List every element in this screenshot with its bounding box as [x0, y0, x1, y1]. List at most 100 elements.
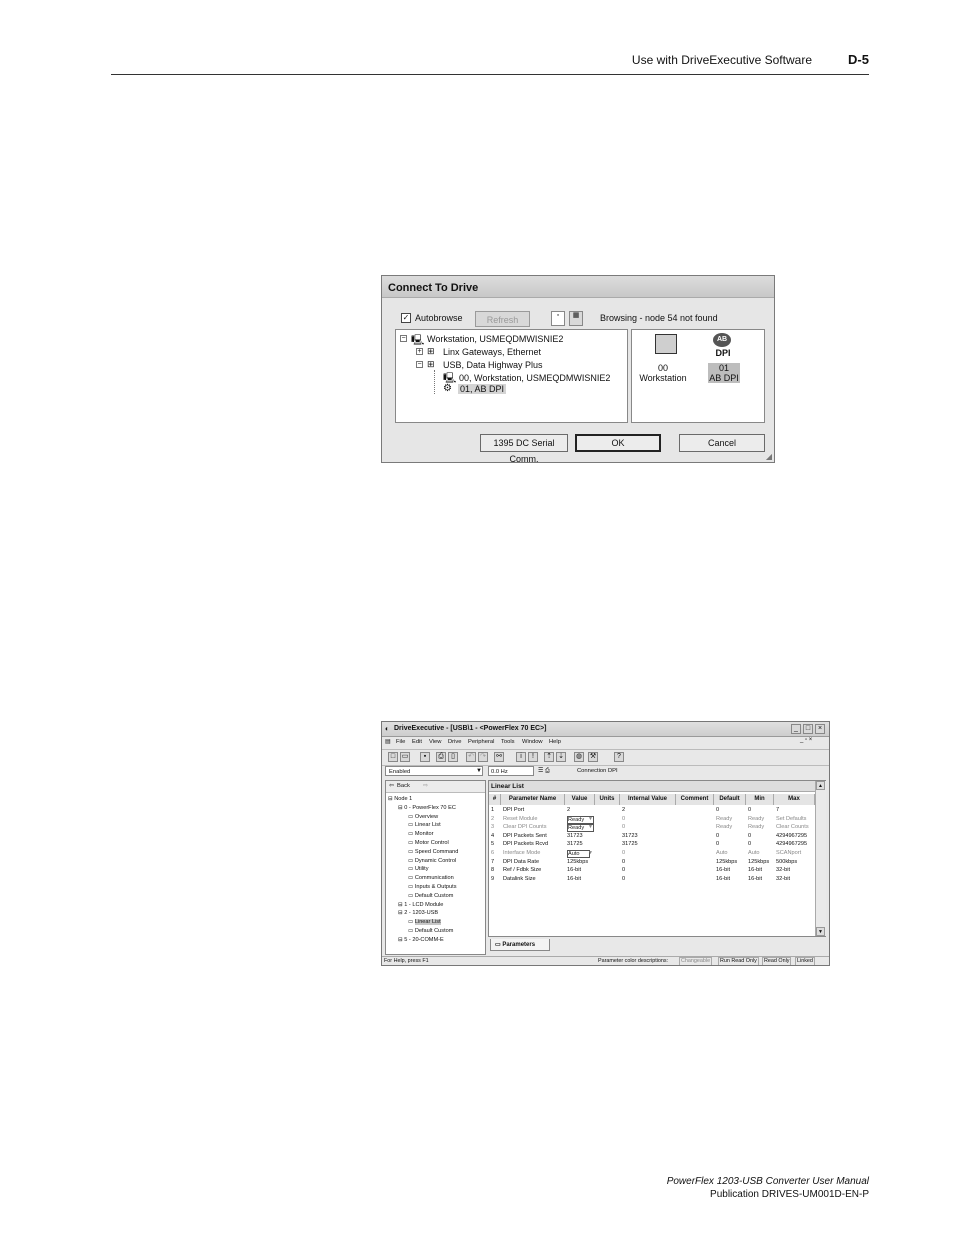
tree-item[interactable]: ⊟ 5 - 20-COMM-E: [398, 936, 444, 945]
cell-value[interactable]: 2: [567, 806, 570, 815]
tree-item[interactable]: ▭ Linear List: [408, 821, 441, 830]
serial-comm-button[interactable]: 1395 DC Serial Comm.: [480, 434, 568, 464]
device-panel[interactable]: 00 Workstation AB DPI 01 AB DPI: [631, 329, 765, 423]
table-row[interactable]: 4 DPI Packets Sent 31723 31723 0 0 4294967295: [489, 832, 815, 841]
resize-grip-icon[interactable]: ◢: [766, 452, 772, 461]
autobrowse-checkbox[interactable]: ✓: [401, 313, 411, 323]
upload-icon[interactable]: ⇡: [544, 752, 554, 762]
vertical-scrollbar[interactable]: ▲ ▼: [815, 781, 826, 936]
tree-item-linx-gateways[interactable]: Linx Gateways, Ethernet: [443, 347, 541, 357]
tree-item[interactable]: ▭ Dynamic Control: [408, 857, 456, 866]
network-tree[interactable]: − 🖳 Workstation, USMEQDMWISNIE2 + ⊞ Linx…: [395, 329, 628, 423]
column-header[interactable]: Parameter Name: [501, 794, 565, 805]
column-header[interactable]: Units: [595, 794, 620, 805]
column-header[interactable]: #: [489, 794, 501, 805]
maximize-icon[interactable]: □: [803, 724, 813, 734]
save-icon[interactable]: ▪: [420, 752, 430, 762]
menu-view[interactable]: View: [429, 739, 441, 745]
chevron-down-icon[interactable]: ▼: [588, 815, 593, 824]
chevron-down-icon[interactable]: ▼: [588, 849, 593, 858]
minimize-icon[interactable]: _: [791, 724, 801, 734]
tree-item[interactable]: ▭ Motor Control: [408, 839, 449, 848]
tree-item[interactable]: ▭ Speed Command: [408, 848, 458, 857]
view-tree-icon[interactable]: ▫: [551, 311, 565, 326]
expand-icon[interactable]: +: [416, 348, 423, 355]
open-icon[interactable]: ▭: [400, 752, 410, 762]
tree-item[interactable]: ▭ Communication: [408, 874, 454, 883]
menu-help[interactable]: Help: [549, 739, 561, 745]
refresh-button[interactable]: Refresh: [475, 311, 530, 327]
warning-icon[interactable]: !: [528, 752, 538, 762]
table-row[interactable]: 2 Reset Module Ready 0 Ready Ready Set Default…: [489, 815, 815, 824]
tree-item[interactable]: ▭ Default Custom: [408, 892, 453, 901]
cell-value[interactable]: 16-bit: [567, 875, 581, 884]
tree-item-node-00[interactable]: 00, Workstation, USMEQDMWISNIE2: [459, 373, 610, 383]
menu-drive[interactable]: Drive: [448, 739, 462, 745]
tree-item[interactable]: ▭ Overview: [408, 813, 438, 822]
mdi-controls-icon[interactable]: _ ▫ ×: [800, 737, 812, 743]
tree-item-workstation[interactable]: Workstation, USMEQDMWISNIE2: [427, 334, 563, 344]
redo-icon[interactable]: ↷: [478, 752, 488, 762]
menu-edit[interactable]: Edit: [412, 739, 422, 745]
column-header[interactable]: Default: [714, 794, 746, 805]
cancel-button[interactable]: Cancel: [679, 434, 765, 452]
table-row[interactable]: 1 DPI Port 2 2 0 0 7: [489, 806, 815, 815]
tree-item[interactable]: ⊟ 2 - 1203-USB: [398, 909, 438, 918]
tree-item[interactable]: ⊟ Node 1: [388, 795, 412, 804]
device-workstation[interactable]: 00 Workstation: [637, 363, 689, 383]
info-icon[interactable]: i: [516, 752, 526, 762]
ok-button[interactable]: OK: [575, 434, 661, 452]
scroll-up-icon[interactable]: ▲: [816, 781, 825, 790]
chevron-down-icon[interactable]: ▼: [475, 766, 483, 776]
tree-item[interactable]: ▭ Monitor: [408, 830, 434, 839]
cell-value[interactable]: 16-bit: [567, 866, 581, 875]
column-header[interactable]: Comment: [676, 794, 714, 805]
column-header[interactable]: Max: [774, 794, 815, 805]
drive-executive-window: ◐ DriveExecutive - [USB\1 - <PowerFlex 7…: [381, 721, 830, 966]
collapse-icon[interactable]: −: [416, 361, 423, 368]
menu-tools[interactable]: Tools: [501, 739, 515, 745]
connect-icon[interactable]: ⚯: [494, 752, 504, 762]
view-grid-icon[interactable]: ▦: [569, 311, 583, 326]
cell-value[interactable]: 31725: [567, 840, 583, 849]
menu-peripheral[interactable]: Peripheral: [468, 739, 494, 745]
column-header[interactable]: Min: [746, 794, 774, 805]
close-icon[interactable]: ×: [815, 724, 825, 734]
tree-item[interactable]: ▭ Utility: [408, 865, 429, 874]
tree-item[interactable]: ▭ Linear List: [408, 918, 441, 927]
device-ab-dpi[interactable]: 01 AB DPI: [708, 363, 740, 383]
tab-parameters[interactable]: ▭ Parameters: [490, 939, 550, 951]
tree-item[interactable]: ⊟ 0 - PowerFlex 70 EC: [398, 804, 456, 813]
download-icon[interactable]: ⇣: [556, 752, 566, 762]
undo-icon[interactable]: ↶: [466, 752, 476, 762]
new-icon[interactable]: □: [388, 752, 398, 762]
chevron-down-icon[interactable]: ▼: [588, 823, 593, 832]
tree-item-usb[interactable]: USB, Data Highway Plus: [443, 360, 543, 370]
back-button[interactable]: Back: [397, 783, 410, 789]
table-row[interactable]: 3 Clear DPI Counts Ready 0 Ready Ready Clear C…: [489, 823, 815, 833]
scroll-down-icon[interactable]: ▼: [816, 927, 825, 936]
tree-item[interactable]: ▭ Default Custom: [408, 927, 453, 936]
cell-value[interactable]: 31723: [567, 832, 583, 841]
collapse-icon[interactable]: −: [400, 335, 407, 342]
tree-item[interactable]: ⊟ 1 - LCD Module: [398, 901, 443, 910]
table-row[interactable]: 8 Ref / Fdbk Size 16-bit 0 16-bit 16-bit 32-bi…: [489, 866, 815, 875]
mode-select[interactable]: Enabled: [385, 766, 483, 776]
table-row[interactable]: 9 Datalink Size 16-bit 0 16-bit 16-bit 32-bit: [489, 875, 815, 884]
column-header[interactable]: Internal Value: [620, 794, 676, 805]
wrench-icon[interactable]: ⚒: [588, 752, 598, 762]
column-header[interactable]: Value: [565, 794, 595, 805]
help-icon[interactable]: ?: [614, 752, 624, 762]
tree-item-node-01[interactable]: 01, AB DPI: [458, 384, 507, 394]
menu-file[interactable]: File: [396, 739, 405, 745]
table-row[interactable]: 6 Interface Mode Auto 0 Auto Auto SCANport ▼: [489, 849, 815, 858]
tree-item[interactable]: ▭ Inputs & Outputs: [408, 883, 457, 892]
globe-icon[interactable]: ◍: [574, 752, 584, 762]
cell-value[interactable]: 125kbps: [567, 858, 588, 867]
print-icon[interactable]: ⎙: [436, 752, 446, 762]
forward-arrow-icon[interactable]: ⇨: [423, 783, 428, 789]
table-row[interactable]: 5 DPI Packets Rcvd 31725 31725 0 0 4294967295: [489, 840, 815, 849]
menu-window[interactable]: Window: [522, 739, 543, 745]
table-row[interactable]: 7 DPI Data Rate 125kbps 0 125kbps 125kbps 500k…: [489, 858, 815, 867]
print-preview-icon[interactable]: ▯: [448, 752, 458, 762]
